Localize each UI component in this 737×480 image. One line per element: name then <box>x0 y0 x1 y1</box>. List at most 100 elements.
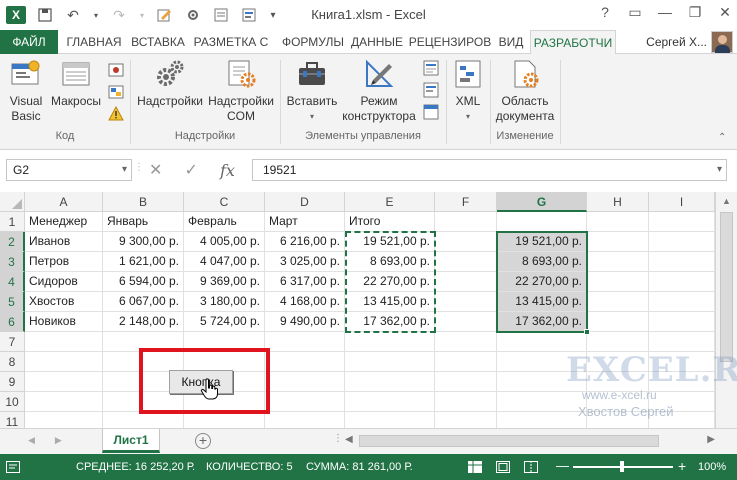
scroll-right-icon[interactable]: ▶ <box>707 434 715 445</box>
empty-cell[interactable] <box>649 232 715 252</box>
column-header-e[interactable]: E <box>345 192 435 212</box>
empty-cell[interactable] <box>25 332 103 352</box>
table-cell[interactable]: 4 005,00 р. <box>184 232 265 252</box>
empty-cell[interactable] <box>435 272 497 292</box>
empty-cell[interactable] <box>649 292 715 312</box>
restore-icon[interactable]: ❐ <box>687 4 703 21</box>
row-header-11[interactable]: 11 <box>0 412 25 428</box>
empty-cell[interactable] <box>103 412 184 428</box>
table-cell[interactable]: 3 025,00 р. <box>265 252 345 272</box>
column-header-d[interactable]: D <box>265 192 345 212</box>
empty-cell[interactable] <box>435 392 497 412</box>
tab-split-handle-icon[interactable]: ⋮ <box>333 433 343 444</box>
page-layout-view-icon[interactable] <box>496 461 510 476</box>
minimize-icon[interactable]: — <box>657 4 673 21</box>
empty-cell[interactable] <box>25 392 103 412</box>
tab-file[interactable]: ФАЙЛ <box>0 30 58 54</box>
sheet-next-icon[interactable]: ▶ <box>55 435 62 446</box>
empty-cell[interactable] <box>649 332 715 352</box>
empty-cell[interactable] <box>435 312 497 332</box>
fill-handle[interactable] <box>584 329 590 335</box>
column-header-h[interactable]: H <box>587 192 649 212</box>
scroll-left-icon[interactable]: ◀ <box>345 434 353 445</box>
empty-cell[interactable] <box>435 372 497 392</box>
table-cell[interactable]: 4 047,00 р. <box>184 252 265 272</box>
table-cell[interactable]: 6 317,00 р. <box>265 272 345 292</box>
macro-security-icon[interactable] <box>108 105 124 122</box>
empty-cell[interactable] <box>25 372 103 392</box>
select-all-corner[interactable] <box>0 192 25 212</box>
table-cell[interactable]: 3 180,00 р. <box>184 292 265 312</box>
header-cell[interactable]: Март <box>265 212 345 232</box>
row-header-6[interactable]: 6 <box>0 312 25 332</box>
table-cell[interactable]: 9 300,00 р. <box>103 232 184 252</box>
empty-cell[interactable] <box>649 212 715 232</box>
empty-cell[interactable] <box>435 252 497 272</box>
table-cell[interactable]: 9 369,00 р. <box>184 272 265 292</box>
row-header-8[interactable]: 8 <box>0 352 25 372</box>
empty-cell[interactable] <box>587 272 649 292</box>
view-code-icon[interactable] <box>423 82 439 98</box>
table-cell[interactable]: 4 168,00 р. <box>265 292 345 312</box>
empty-cell[interactable] <box>587 292 649 312</box>
zoom-slider-thumb[interactable] <box>620 461 624 472</box>
properties-icon[interactable] <box>423 60 439 76</box>
row-header-10[interactable]: 10 <box>0 392 25 412</box>
empty-cell[interactable] <box>435 232 497 252</box>
user-name[interactable]: Сергей Х... <box>646 30 707 54</box>
empty-cell[interactable] <box>497 332 587 352</box>
insert-function-icon[interactable]: fx <box>220 161 235 180</box>
column-header-c[interactable]: C <box>184 192 265 212</box>
table-cell[interactable]: 2 148,00 р. <box>103 312 184 332</box>
name-box[interactable]: G2 ▾ <box>6 159 132 181</box>
table-cell[interactable]: Новиков <box>25 312 103 332</box>
expand-formula-icon[interactable]: ▾ <box>717 160 722 180</box>
xml-button[interactable]: XML ▾ <box>450 58 486 124</box>
table-cell[interactable]: 5 724,00 р. <box>184 312 265 332</box>
collapse-ribbon-icon[interactable]: ⌃ <box>718 132 726 143</box>
addins-button[interactable]: Надстройки <box>134 58 206 109</box>
empty-cell[interactable] <box>265 392 345 412</box>
vertical-scroll-thumb[interactable] <box>720 212 733 362</box>
horizontal-scroll-thumb[interactable] <box>359 435 659 447</box>
row-header-9[interactable]: 9 <box>0 372 25 392</box>
empty-cell[interactable] <box>265 412 345 428</box>
formula-input[interactable]: 19521 ▾ <box>252 159 727 181</box>
empty-cell[interactable] <box>25 352 103 372</box>
empty-cell[interactable] <box>345 392 435 412</box>
tab-page-layout[interactable]: РАЗМЕТКА С <box>190 30 272 54</box>
empty-cell[interactable] <box>265 352 345 372</box>
add-sheet-icon[interactable]: + <box>195 433 211 449</box>
scroll-up-icon[interactable]: ▲ <box>722 196 731 206</box>
table-cell[interactable]: Иванов <box>25 232 103 252</box>
column-header-a[interactable]: A <box>25 192 103 212</box>
run-dialog-icon[interactable] <box>423 104 439 120</box>
ribbon-display-icon[interactable]: ▭ <box>627 4 643 21</box>
empty-cell[interactable] <box>345 332 435 352</box>
empty-cell[interactable] <box>435 412 497 428</box>
header-cell[interactable]: Итого <box>345 212 435 232</box>
empty-cell[interactable] <box>265 372 345 392</box>
table-cell[interactable]: 9 490,00 р. <box>265 312 345 332</box>
macros-button[interactable]: Макросы <box>48 58 104 109</box>
cancel-icon[interactable]: ✕ <box>149 160 162 180</box>
row-header-1[interactable]: 1 <box>0 212 25 232</box>
empty-cell[interactable] <box>497 392 587 412</box>
sheet-prev-icon[interactable]: ◀ <box>28 435 35 446</box>
column-header-f[interactable]: F <box>435 192 497 212</box>
empty-cell[interactable] <box>497 412 587 428</box>
empty-cell[interactable] <box>649 312 715 332</box>
normal-view-icon[interactable] <box>468 461 482 476</box>
enter-icon[interactable]: ✓ <box>185 160 198 180</box>
tab-review[interactable]: РЕЦЕНЗИРОВ <box>408 30 492 54</box>
vertical-scrollbar[interactable]: ▲ <box>715 192 737 428</box>
zoom-level[interactable]: 100% <box>698 461 726 473</box>
header-cell[interactable]: Менеджер <box>25 212 103 232</box>
column-header-b[interactable]: B <box>103 192 184 212</box>
empty-cell[interactable] <box>587 312 649 332</box>
empty-cell[interactable] <box>649 252 715 272</box>
com-addins-button[interactable]: Надстройки COM <box>206 58 276 124</box>
sheet-tab-list1[interactable]: Лист1 <box>102 429 160 453</box>
help-icon[interactable]: ? <box>597 4 613 21</box>
table-cell[interactable]: 1 621,00 р. <box>103 252 184 272</box>
